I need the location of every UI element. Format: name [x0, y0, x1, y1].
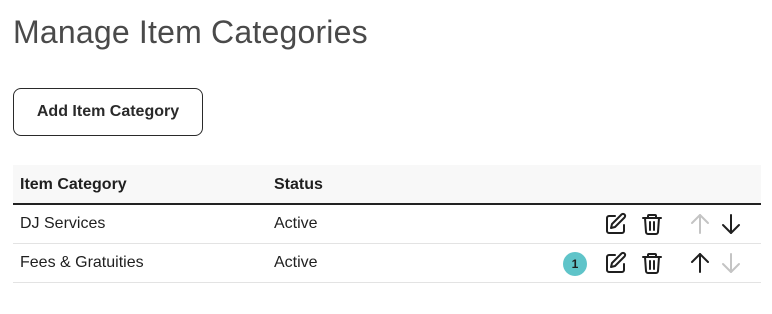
table-row: DJ Services Active	[13, 205, 761, 244]
arrow-up-icon[interactable]	[688, 251, 712, 275]
arrow-down-icon[interactable]	[719, 212, 743, 236]
edit-icon[interactable]	[604, 212, 628, 236]
trash-icon[interactable]	[640, 212, 664, 236]
arrow-up-icon	[688, 212, 712, 236]
edit-icon[interactable]	[604, 251, 628, 275]
page-title: Manage Item Categories	[13, 14, 368, 50]
table-header: Item Category Status	[13, 165, 761, 205]
column-header-status: Status	[274, 176, 323, 193]
item-category-name: DJ Services	[20, 215, 106, 232]
item-category-status: Active	[274, 215, 318, 232]
table-row: Fees & Gratuities Active 1	[13, 244, 761, 283]
item-category-name: Fees & Gratuities	[20, 254, 144, 271]
add-item-category-button[interactable]: Add Item Category	[13, 88, 203, 136]
item-categories-table: Item Category Status DJ Services Active	[13, 165, 761, 283]
item-category-status: Active	[274, 254, 318, 271]
trash-icon[interactable]	[640, 251, 664, 275]
count-badge: 1	[563, 252, 587, 276]
arrow-down-icon	[719, 251, 743, 275]
column-header-item-category: Item Category	[20, 176, 127, 193]
